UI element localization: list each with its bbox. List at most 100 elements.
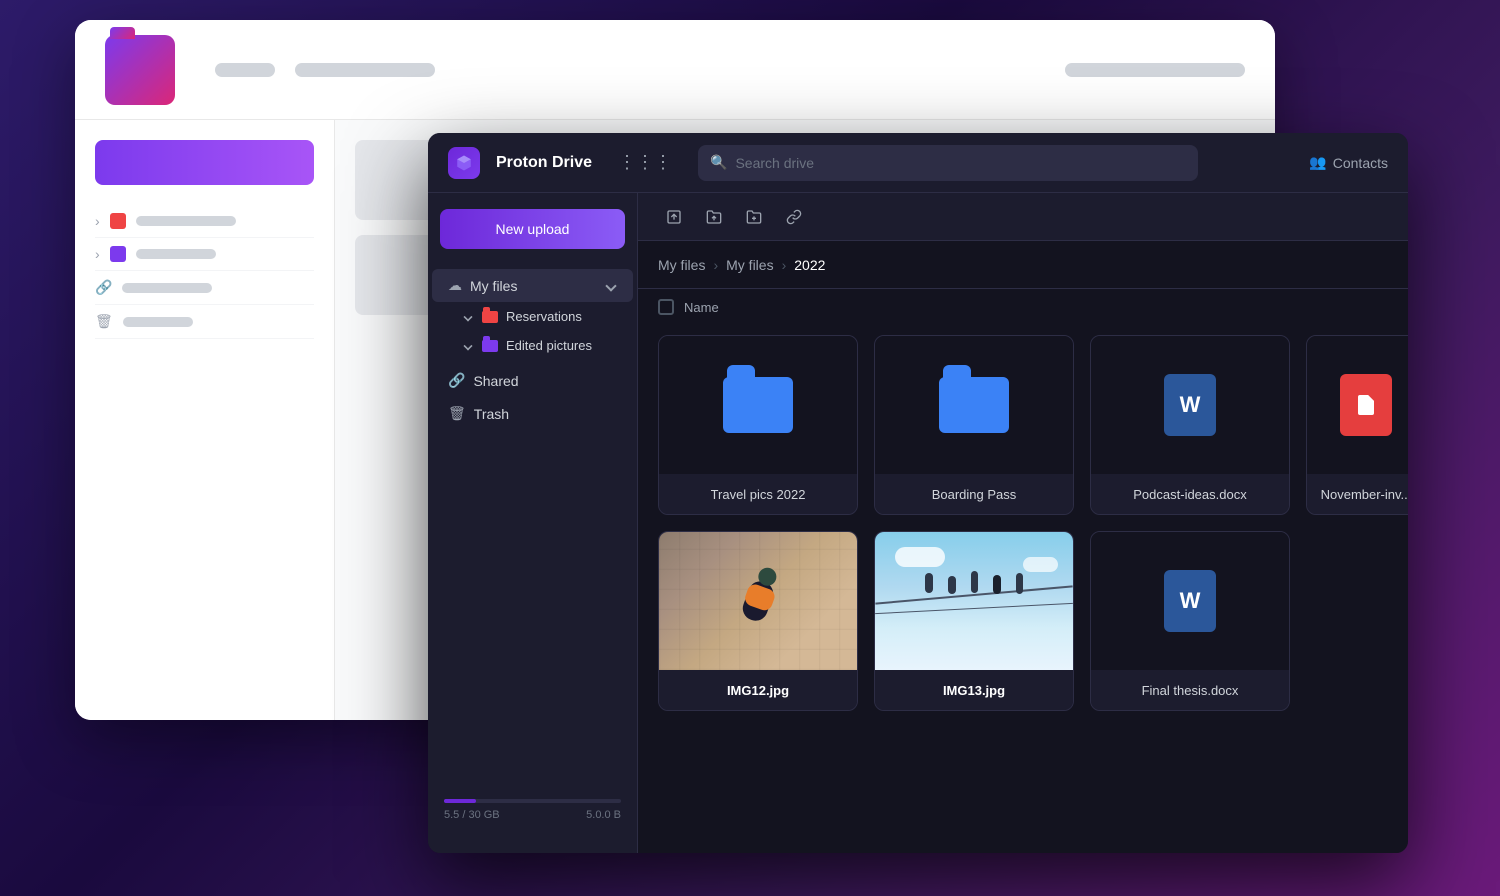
november-invoice-name: November-inv... bbox=[1321, 487, 1408, 502]
podcast-ideas-name: Podcast-ideas.docx bbox=[1133, 487, 1246, 502]
search-icon: 🔍 bbox=[710, 154, 727, 171]
contacts-icon: 👥 bbox=[1309, 154, 1326, 171]
reservations-label: Reservations bbox=[506, 309, 582, 324]
final-thesis-preview: W bbox=[1091, 532, 1289, 670]
file-card-img12[interactable]: IMG12.jpg bbox=[658, 531, 858, 711]
travel-pics-name: Travel pics 2022 bbox=[711, 487, 806, 502]
breadcrumb-sep-2: › bbox=[782, 257, 787, 273]
upload-folder-button[interactable] bbox=[698, 201, 730, 233]
img13-label: IMG13.jpg bbox=[875, 670, 1073, 710]
travel-pics-folder-icon bbox=[723, 377, 793, 433]
podcast-ideas-word-icon: W bbox=[1164, 374, 1216, 436]
final-thesis-name: Final thesis.docx bbox=[1142, 683, 1239, 698]
grid-apps-icon[interactable]: ⋮⋮⋮ bbox=[618, 152, 672, 173]
reservations-folder-icon bbox=[482, 311, 498, 323]
share-link-button[interactable] bbox=[778, 201, 810, 233]
november-invoice-preview bbox=[1307, 336, 1408, 474]
my-files-label: My files bbox=[470, 278, 517, 294]
november-invoice-pdf-icon bbox=[1340, 374, 1392, 436]
november-invoice-label: November-inv... bbox=[1307, 474, 1408, 514]
sidebar-item-edited-pictures[interactable]: Edited pictures bbox=[428, 331, 637, 360]
boarding-pass-name: Boarding Pass bbox=[932, 487, 1017, 502]
topbar: Proton Drive ⋮⋮⋮ 🔍 Search drive 👥 Contac… bbox=[428, 133, 1408, 193]
breadcrumb-sep-1: › bbox=[713, 257, 718, 273]
sidebar-item-reservations[interactable]: Reservations bbox=[428, 302, 637, 331]
file-grid: Travel pics 2022 Boarding Pass bbox=[638, 325, 1408, 853]
file-grid-row-1: Travel pics 2022 Boarding Pass bbox=[658, 335, 1388, 515]
edited-pictures-folder-icon bbox=[482, 340, 498, 352]
bg-upload-btn bbox=[95, 140, 314, 185]
file-card-podcast-ideas[interactable]: W Podcast-ideas.docx bbox=[1090, 335, 1290, 515]
main-window: Proton Drive ⋮⋮⋮ 🔍 Search drive 👥 Contac… bbox=[428, 133, 1408, 853]
storage-used: 5.5 / 30 GB bbox=[444, 809, 500, 821]
file-card-final-thesis[interactable]: W Final thesis.docx bbox=[1090, 531, 1290, 711]
storage-bar-fill bbox=[444, 799, 476, 803]
file-card-november-invoice[interactable]: November-inv... bbox=[1306, 335, 1408, 515]
bg-header-pill-1 bbox=[215, 63, 275, 77]
main-body: New upload ☁ My files Reservations bbox=[428, 193, 1408, 853]
bg-list-item: › bbox=[95, 205, 314, 238]
contacts-label: Contacts bbox=[1333, 155, 1388, 171]
bg-sidebar: › › 🔗 🗑 bbox=[75, 120, 335, 720]
img13-preview bbox=[875, 532, 1073, 670]
sidebar-item-shared[interactable]: 🔗 Shared bbox=[432, 364, 633, 397]
new-folder-button[interactable] bbox=[738, 201, 770, 233]
podcast-ideas-label: Podcast-ideas.docx bbox=[1091, 474, 1289, 514]
search-bar[interactable]: 🔍 Search drive bbox=[698, 145, 1198, 181]
brand-logo bbox=[448, 147, 480, 179]
boarding-pass-preview bbox=[875, 336, 1073, 474]
upload-file-button[interactable] bbox=[658, 201, 690, 233]
final-thesis-word-icon: W bbox=[1164, 570, 1216, 632]
storage-bar bbox=[444, 799, 621, 803]
my-files-chevron bbox=[605, 280, 616, 291]
bg-list-item: 🗑 bbox=[95, 305, 314, 339]
bg-header-pill-2 bbox=[295, 63, 435, 77]
reservations-chevron bbox=[463, 312, 472, 321]
edited-pictures-chevron bbox=[463, 341, 472, 350]
breadcrumb-root[interactable]: My files bbox=[658, 257, 705, 273]
shared-icon: 🔗 bbox=[448, 372, 465, 389]
sidebar-item-trash[interactable]: 🗑 Trash bbox=[432, 397, 633, 430]
img12-preview bbox=[659, 532, 857, 670]
trash-icon: 🗑 bbox=[448, 405, 466, 422]
breadcrumb-my-files[interactable]: My files bbox=[726, 257, 773, 273]
contacts-button[interactable]: 👥 Contacts bbox=[1309, 154, 1388, 171]
img12-label: IMG12.jpg bbox=[659, 670, 857, 710]
final-thesis-label: Final thesis.docx bbox=[1091, 670, 1289, 710]
select-all-checkbox[interactable] bbox=[658, 299, 674, 315]
brand-name: Proton Drive bbox=[496, 154, 592, 172]
grid-header: Name bbox=[638, 289, 1408, 325]
my-files-icon: ☁ bbox=[448, 277, 462, 294]
sidebar-item-my-files[interactable]: ☁ My files bbox=[432, 269, 633, 302]
content-area: My files › My files › 2022 Name bbox=[638, 193, 1408, 853]
toolbar bbox=[638, 193, 1408, 241]
storage-right: 5.0.0 B bbox=[586, 809, 621, 821]
file-grid-row-2: IMG12.jpg bbox=[658, 531, 1388, 711]
file-card-img13[interactable]: IMG13.jpg bbox=[874, 531, 1074, 711]
new-upload-button[interactable]: New upload bbox=[440, 209, 625, 249]
img13-name: IMG13.jpg bbox=[943, 683, 1005, 698]
storage-text: 5.5 / 30 GB 5.0.0 B bbox=[444, 809, 621, 821]
name-column-header[interactable]: Name bbox=[684, 300, 719, 315]
bg-header-pill-3 bbox=[1065, 63, 1245, 77]
sidebar-storage-footer: 5.5 / 30 GB 5.0.0 B bbox=[428, 783, 637, 837]
file-card-travel-pics[interactable]: Travel pics 2022 bbox=[658, 335, 858, 515]
topbar-right: 👥 Contacts bbox=[1309, 154, 1388, 171]
sidebar-my-files-section: ☁ My files Reservations Edited pictures bbox=[428, 265, 637, 364]
breadcrumb-current: 2022 bbox=[794, 257, 825, 273]
bg-list-item: › bbox=[95, 238, 314, 271]
bg-folder-icon bbox=[105, 35, 175, 105]
trash-label: Trash bbox=[474, 406, 509, 422]
podcast-ideas-preview: W bbox=[1091, 336, 1289, 474]
boarding-pass-folder-icon bbox=[939, 377, 1009, 433]
shared-label: Shared bbox=[473, 373, 518, 389]
travel-pics-preview bbox=[659, 336, 857, 474]
boarding-pass-label: Boarding Pass bbox=[875, 474, 1073, 514]
edited-pictures-label: Edited pictures bbox=[506, 338, 592, 353]
search-placeholder-text: Search drive bbox=[735, 155, 814, 171]
sidebar: New upload ☁ My files Reservations bbox=[428, 193, 638, 853]
breadcrumb: My files › My files › 2022 bbox=[638, 241, 1408, 289]
bg-list-item: 🔗 bbox=[95, 271, 314, 305]
travel-pics-label: Travel pics 2022 bbox=[659, 474, 857, 514]
file-card-boarding-pass[interactable]: Boarding Pass bbox=[874, 335, 1074, 515]
